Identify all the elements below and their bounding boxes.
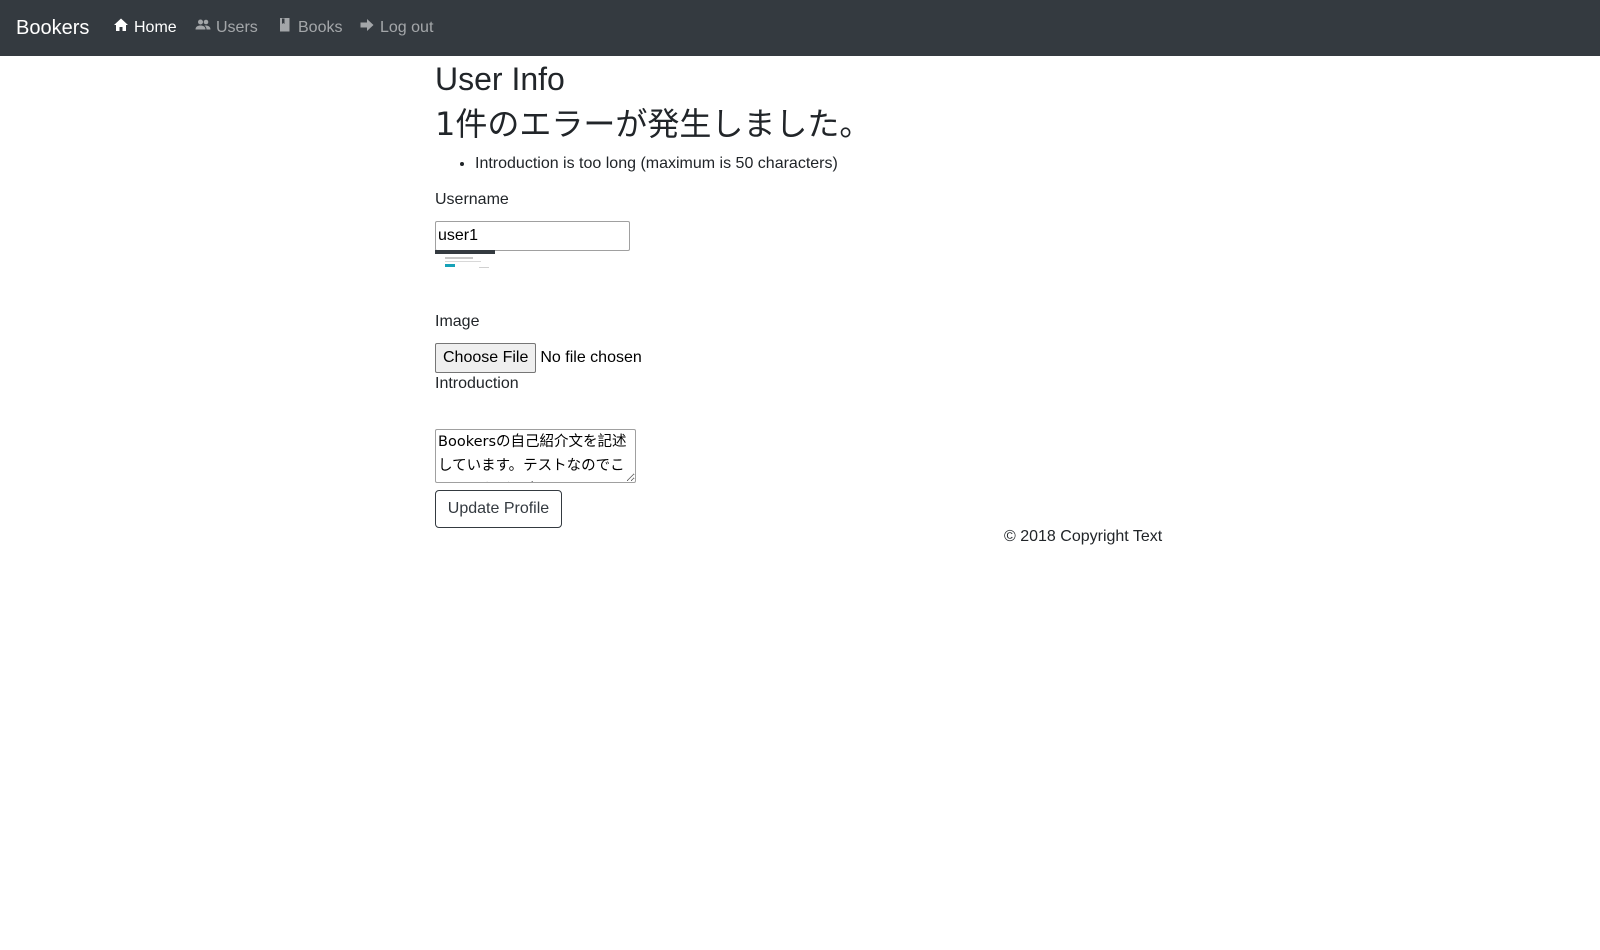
error-heading: 1件のエラーが発生しました。: [435, 105, 872, 143]
book-icon: [277, 17, 293, 33]
update-profile-button[interactable]: Update Profile: [435, 490, 562, 528]
choose-file-button[interactable]: Choose File: [435, 343, 537, 373]
nav-users-link[interactable]: Users: [195, 16, 258, 40]
logout-arrow-icon: [359, 17, 375, 33]
nav-logout-label: Log out: [380, 19, 434, 36]
image-file-input: Choose File No file chosen: [435, 343, 642, 373]
nav-books-link[interactable]: Books: [277, 16, 342, 40]
nav-home-link[interactable]: Home: [113, 16, 177, 40]
image-label: Image: [435, 313, 480, 330]
footer-copyright: © 2018 Copyright Text: [1004, 528, 1163, 545]
nav-home-label: Home: [134, 19, 177, 36]
page-title: User Info: [435, 61, 565, 97]
profile-image-thumbnail: [435, 250, 495, 272]
introduction-label: Introduction: [435, 375, 519, 392]
error-list: Introduction is too long (maximum is 50 …: [475, 152, 838, 176]
navbar: Bookers Home Users Books Log out: [0, 0, 1600, 56]
users-icon: [195, 17, 211, 33]
brand-link[interactable]: Bookers: [16, 15, 89, 41]
file-status: No file chosen: [540, 349, 642, 366]
username-label: Username: [435, 191, 509, 208]
error-message: Introduction is too long (maximum is 50 …: [475, 152, 838, 176]
home-icon: [113, 17, 129, 33]
nav-books-label: Books: [298, 19, 343, 36]
introduction-textarea[interactable]: Bookersの自己紹介文を記述しています。テストなのでこのような形で書いていま…: [435, 429, 636, 483]
nav-logout-link[interactable]: Log out: [359, 16, 433, 40]
nav-users-label: Users: [216, 19, 258, 36]
username-input[interactable]: [435, 221, 630, 251]
